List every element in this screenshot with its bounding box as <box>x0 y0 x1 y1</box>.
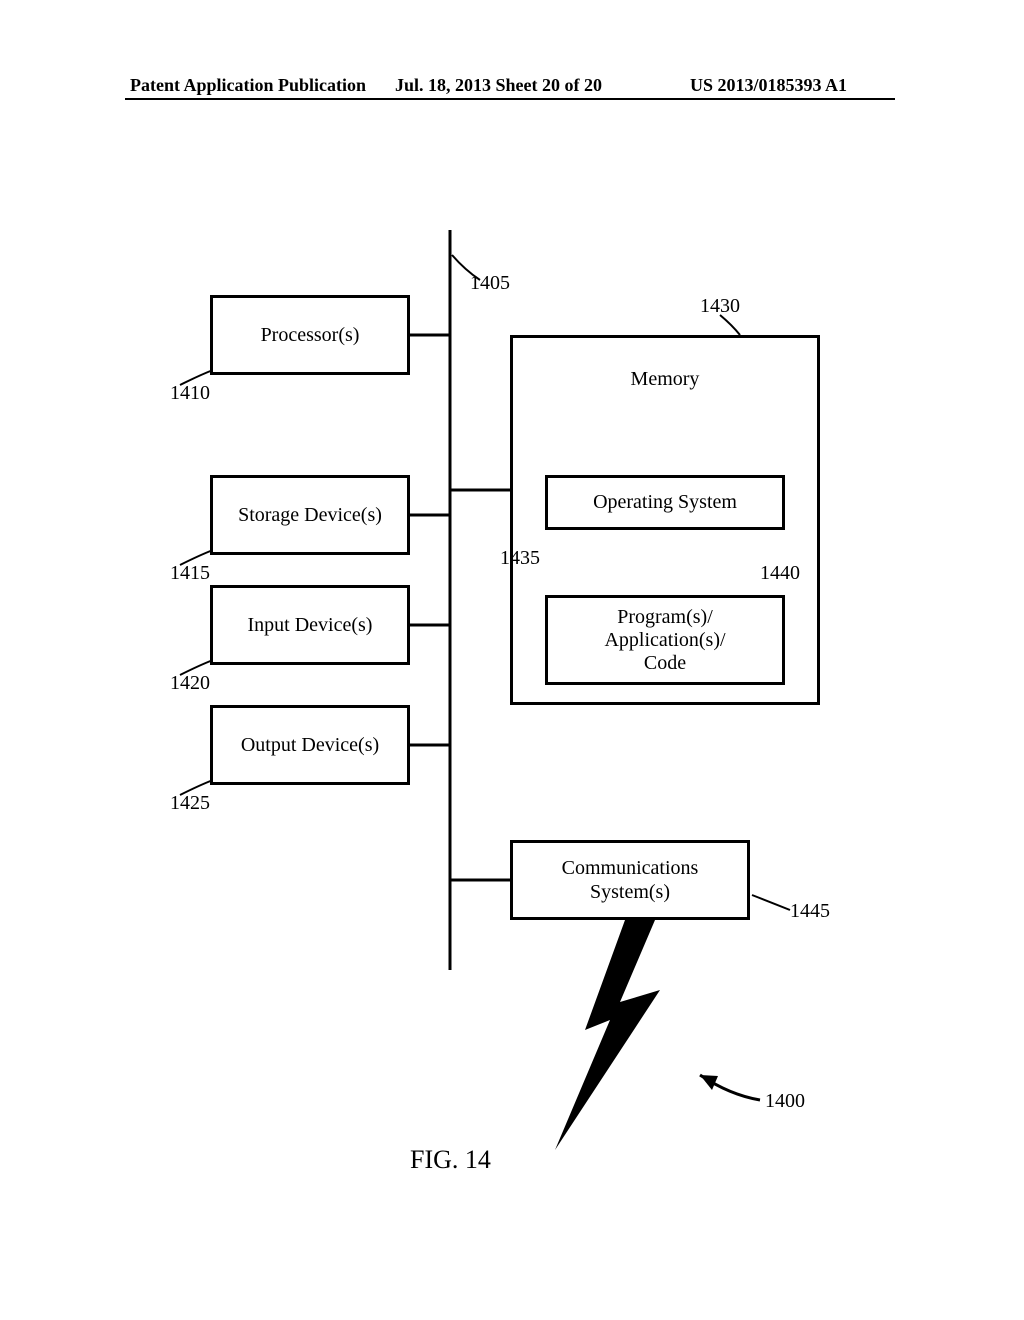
ref-comm: 1445 <box>790 900 830 923</box>
figure-caption: FIG. 14 <box>410 1145 491 1175</box>
header-center: Jul. 18, 2013 Sheet 20 of 20 <box>395 75 602 96</box>
ref-bus: 1405 <box>470 272 510 295</box>
ref-memory: 1430 <box>700 295 740 318</box>
ref-os: 1435 <box>500 547 540 570</box>
output-label: Output Device(s) <box>241 734 379 757</box>
comm-label: Communications System(s) <box>562 856 699 904</box>
header-left: Patent Application Publication <box>130 75 366 96</box>
header-rule <box>125 98 895 100</box>
storage-label: Storage Device(s) <box>238 504 382 527</box>
ref-input: 1420 <box>170 672 210 695</box>
output-box: Output Device(s) <box>210 705 410 785</box>
ref-figure: 1400 <box>765 1090 805 1113</box>
processor-label: Processor(s) <box>261 324 360 347</box>
os-box: Operating System <box>545 475 785 530</box>
storage-box: Storage Device(s) <box>210 475 410 555</box>
ref-processor: 1410 <box>170 382 210 405</box>
input-label: Input Device(s) <box>248 614 373 637</box>
ref-apps: 1440 <box>760 562 800 585</box>
ref-storage: 1415 <box>170 562 210 585</box>
processor-box: Processor(s) <box>210 295 410 375</box>
apps-box: Program(s)/ Application(s)/ Code <box>545 595 785 685</box>
apps-label: Program(s)/ Application(s)/ Code <box>604 606 725 675</box>
header-right: US 2013/0185393 A1 <box>690 75 847 96</box>
comm-box: Communications System(s) <box>510 840 750 920</box>
os-label: Operating System <box>593 491 737 514</box>
memory-label: Memory <box>631 368 700 391</box>
ref-output: 1425 <box>170 792 210 815</box>
input-box: Input Device(s) <box>210 585 410 665</box>
figure-diagram: Processor(s) Storage Device(s) Input Dev… <box>0 200 1024 1200</box>
